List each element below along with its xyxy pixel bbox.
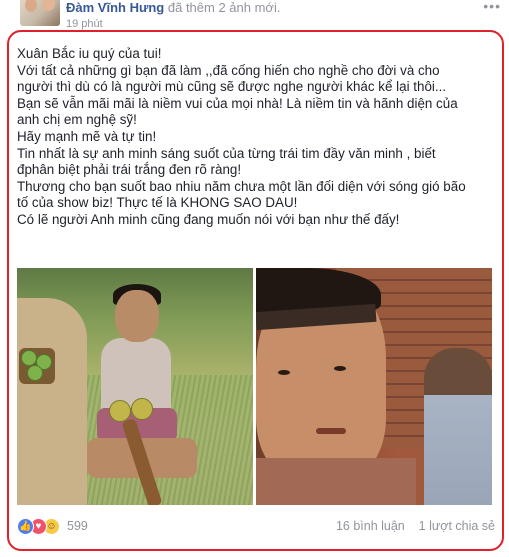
post-action-text: đã thêm 2 ảnh mới.	[167, 0, 281, 15]
post-line: người thì dù có là người mù cũng sẽ được…	[17, 79, 447, 95]
post-line: Hãy mạnh mẽ và tự tin!	[17, 128, 157, 144]
reaction-count: 599	[67, 519, 88, 533]
post-header: Đàm Vĩnh Hưng đã thêm 2 ảnh mới. 19 phút…	[0, 0, 509, 30]
post-line: Xuân Bắc iu quý của tui!	[17, 46, 162, 61]
post-line: Tin nhất là sự anh minh sáng suốt của từ…	[17, 145, 436, 161]
comments-link[interactable]: 16 bình luận	[336, 519, 405, 533]
post-line: tố của show biz! Thực tế là KHONG SAO DA…	[17, 195, 298, 211]
engagement-counts: 16 bình luận 1 lượt chia sẻ	[336, 519, 495, 533]
reactions-summary[interactable]: 👍 ♥ ☺ 599	[17, 516, 88, 536]
post-line: Với tất cả những gì bạn đã làm ,,đã cống…	[17, 62, 440, 78]
ellipsis-icon[interactable]: •••	[483, 0, 501, 14]
post-timestamp[interactable]: 19 phút	[66, 18, 103, 30]
post-line: anh chị em nghệ sỹ!	[17, 112, 137, 128]
post-line: Thương cho bạn suốt bao nhiu năm chưa mộ…	[17, 178, 466, 194]
like-icon: 👍	[17, 517, 34, 535]
post-line: Bạn sẽ vẫn mãi mãi là niềm vui của mọi n…	[17, 95, 458, 111]
shares-link[interactable]: 1 lượt chia sẻ	[419, 519, 495, 533]
author-line: Đàm Vĩnh Hưng đã thêm 2 ảnh mới.	[66, 0, 280, 15]
author-name-link[interactable]: Đàm Vĩnh Hưng	[66, 0, 164, 15]
author-avatar[interactable]	[20, 0, 60, 26]
post-photo-right[interactable]	[256, 268, 492, 505]
post-line: đphân biệt phải trái trắng đen rõ ràng!	[17, 162, 242, 178]
post-line: Có lẽ người Anh minh cũng đang muốn nói …	[17, 211, 400, 227]
post-text: Xuân Bắc iu quý của tui! Với tất cả nhữn…	[17, 46, 497, 229]
post-photo-left[interactable]	[17, 268, 253, 505]
